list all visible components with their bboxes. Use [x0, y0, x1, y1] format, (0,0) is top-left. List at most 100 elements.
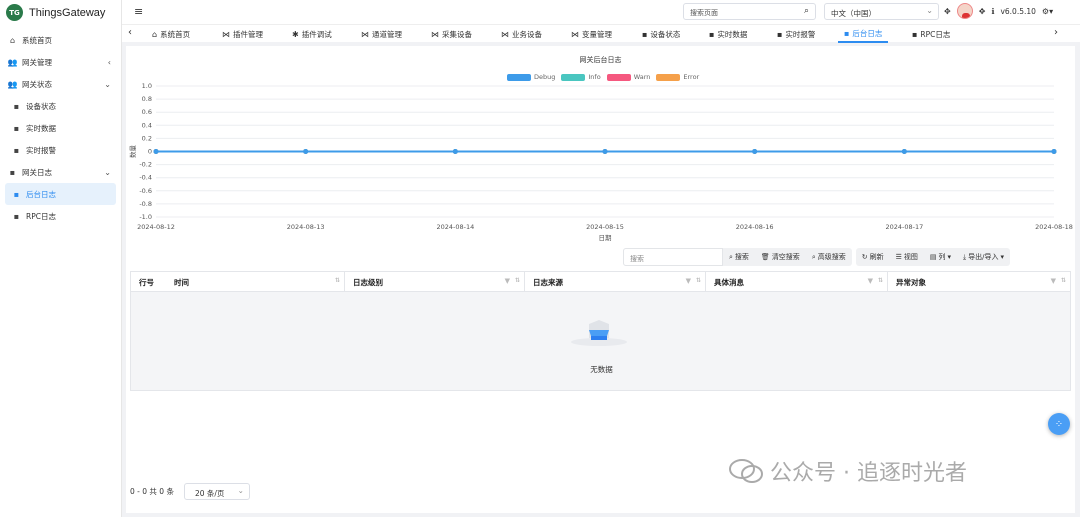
data-point-debug[interactable] — [452, 149, 458, 154]
sort-icon[interactable]: ⇅ — [515, 277, 520, 284]
page-size-select[interactable]: 20 条/页 ⌄ — [183, 483, 250, 500]
book-icon: ▪ — [13, 145, 20, 155]
y-tick-label: 1.0 — [142, 82, 152, 90]
data-point-debug[interactable] — [1051, 149, 1057, 154]
tab-label: 通道管理 — [372, 29, 402, 39]
sidebar-item-gateway-status[interactable]: 👥 网关状态 ⌄ — [0, 73, 121, 95]
sort-icon[interactable]: ⇅ — [878, 277, 883, 284]
search-icon[interactable]: ⌕ — [804, 6, 809, 16]
columns-button[interactable]: ▤ 列 ▾ — [924, 248, 957, 266]
y-tick-label: 0 — [148, 148, 152, 156]
tab-home[interactable]: ⌂ 系统首页 — [152, 25, 190, 43]
column-header-exception[interactable]: 异常对象 ▼ ⇅ — [888, 272, 1070, 292]
avatar[interactable] — [956, 3, 973, 19]
book-icon: ▪ — [642, 29, 648, 39]
advanced-search-button[interactable]: ⌕ 高级搜索 — [806, 248, 852, 266]
x-tick-label: 2024-08-16 — [736, 223, 774, 231]
grid-icon: ⁘ — [1054, 418, 1064, 430]
move-icon[interactable]: ✥ — [944, 7, 951, 16]
search-button[interactable]: ⌕ 搜索 — [723, 248, 755, 266]
y-tick-label: -0.8 — [139, 200, 152, 208]
data-point-debug[interactable] — [752, 149, 758, 154]
export-import-button[interactable]: ⤓ 导出/导入 ▾ — [957, 248, 1010, 266]
tab-plugin-debug[interactable]: ✱ 插件调试 — [292, 25, 332, 43]
page-search-input[interactable]: 搜索页面 ⌕ — [683, 3, 816, 20]
book-icon: ▪ — [13, 211, 20, 221]
floating-menu-button[interactable]: ⁘ — [1048, 413, 1070, 435]
tab-business-device[interactable]: ⋈ 业务设备 — [501, 25, 542, 43]
data-point-debug[interactable] — [303, 149, 309, 154]
book-icon: ▪ — [777, 29, 783, 39]
sidebar-item-realtime-alarm[interactable]: ▪ 实时报警 — [0, 139, 121, 161]
book-icon: ▪ — [13, 123, 20, 133]
search-plus-icon: ⌕ — [811, 252, 816, 261]
log-chart: 网关后台日志 Debug Info Warn Error 1.0 0.8 0.6 0.… — [126, 46, 1075, 246]
app-logo: TG — [6, 4, 23, 21]
tab-label: 实时数据 — [717, 29, 748, 39]
sort-icon[interactable]: ⇅ — [696, 277, 701, 284]
tab-scroll-right-icon[interactable]: › — [1054, 27, 1058, 38]
search-group: 搜索 ⌕ 搜索 🗑 清空搜索 ⌕ 高级搜索 — [623, 248, 852, 266]
clear-search-button[interactable]: 🗑 清空搜索 — [755, 248, 806, 266]
sidebar-item-home[interactable]: ⌂ 系统首页 — [0, 29, 121, 51]
column-header-log-level[interactable]: 日志级别 ▼ ⇅ — [345, 272, 525, 292]
data-point-debug[interactable] — [901, 149, 907, 154]
tab-backend-log[interactable]: ▪ 后台日志 — [838, 25, 889, 43]
column-header-log-source[interactable]: 日志来源 ▼ ⇅ — [525, 272, 706, 292]
book-icon: ▪ — [912, 29, 918, 39]
sidebar-item-realtime-data[interactable]: ▪ 实时数据 — [0, 117, 121, 139]
sidebar-item-backend-log[interactable]: ▪ 后台日志 — [5, 183, 116, 205]
table-header: 行号 时间 ⇅ 日志级别 ▼ ⇅ 日志来源 ▼ ⇅ 具体消息 ▼ ⇅ 异常对象 ▼ ⇅ — [131, 272, 1070, 292]
chart-canvas: 1.0 0.8 0.6 0.4 0.2 0 -0.2 -0.4 -0.6 -0.8 -1.0 2024… — [128, 82, 1073, 242]
plugin-icon: ⋈ — [501, 29, 509, 39]
tab-scroll-left-icon[interactable]: ‹ — [128, 27, 132, 38]
sidebar-item-gateway-manage[interactable]: 👥 网关管理 ‹ — [0, 51, 121, 73]
tab-device-status[interactable]: ▪ 设备状态 — [642, 25, 680, 43]
tab-collect-device[interactable]: ⋈ 采集设备 — [431, 25, 472, 43]
page-size-value: 20 条/页 — [194, 489, 225, 498]
sidebar-item-label: 后台日志 — [26, 189, 56, 199]
tab-rpc-log[interactable]: ▪ RPC日志 — [912, 25, 950, 43]
y-tick-label: 0.2 — [142, 134, 152, 142]
data-point-debug[interactable] — [602, 149, 608, 154]
filter-icon[interactable]: ▼ — [1051, 277, 1056, 285]
info-icon[interactable]: ℹ — [991, 7, 994, 16]
filter-icon[interactable]: ▼ — [505, 277, 510, 285]
sidebar-item-rpc-log[interactable]: ▪ RPC日志 — [0, 205, 121, 227]
bug-icon: ✱ — [292, 29, 299, 39]
chevron-left-icon: ‹ — [107, 57, 111, 67]
book-icon: ▪ — [13, 101, 20, 111]
x-tick-label: 2024-08-15 — [586, 223, 624, 231]
tab-label: 系统首页 — [160, 29, 191, 39]
tab-plugin-manage[interactable]: ⋈ 插件管理 — [222, 25, 263, 43]
filter-icon[interactable]: ▼ — [686, 277, 691, 285]
language-select[interactable]: 中文（中国） ⌄ — [824, 3, 939, 20]
columns-label: 列 — [938, 253, 946, 261]
column-header-time[interactable]: 时间 ⇅ — [166, 272, 345, 292]
sort-icon[interactable]: ⇅ — [335, 277, 340, 284]
table-search-input[interactable]: 搜索 — [623, 248, 723, 266]
menu-toggle-icon[interactable]: ≡ — [134, 5, 143, 18]
sort-icon[interactable]: ⇅ — [1061, 277, 1066, 284]
refresh-button[interactable]: ↻ 刷新 — [856, 248, 890, 266]
fullscreen-icon[interactable]: ✥ — [979, 7, 986, 16]
filter-icon[interactable]: ▼ — [868, 277, 873, 285]
column-header-message[interactable]: 具体消息 ▼ ⇅ — [706, 272, 888, 292]
sidebar-item-device-status[interactable]: ▪ 设备状态 — [0, 95, 121, 117]
view-button[interactable]: ☰ 视图 — [890, 248, 924, 266]
brand[interactable]: TG ThingsGateway — [0, 0, 121, 25]
search-button-label: 搜索 — [734, 253, 749, 261]
column-header-row-number[interactable]: 行号 — [131, 272, 166, 292]
settings-icon[interactable]: ⚙▾ — [1042, 7, 1053, 16]
sidebar-item-label: 网关管理 — [22, 57, 52, 67]
tab-variable-manage[interactable]: ⋈ 变量管理 — [571, 25, 612, 43]
topbar-actions: ✥ ✥ ℹ v6.0.5.10 ⚙▾ — [944, 3, 1053, 19]
sidebar-item-gateway-log[interactable]: ▪ 网关日志 ⌄ — [0, 161, 121, 183]
tab-realtime-alarm[interactable]: ▪ 实时报警 — [777, 25, 815, 43]
column-label: 日志级别 — [353, 277, 383, 287]
tab-channel-manage[interactable]: ⋈ 通道管理 — [361, 25, 402, 43]
tab-realtime-data[interactable]: ▪ 实时数据 — [709, 25, 747, 43]
chevron-down-icon: ⌄ — [926, 6, 933, 15]
data-point-debug[interactable] — [153, 149, 159, 154]
plugin-icon: ⋈ — [361, 29, 369, 39]
